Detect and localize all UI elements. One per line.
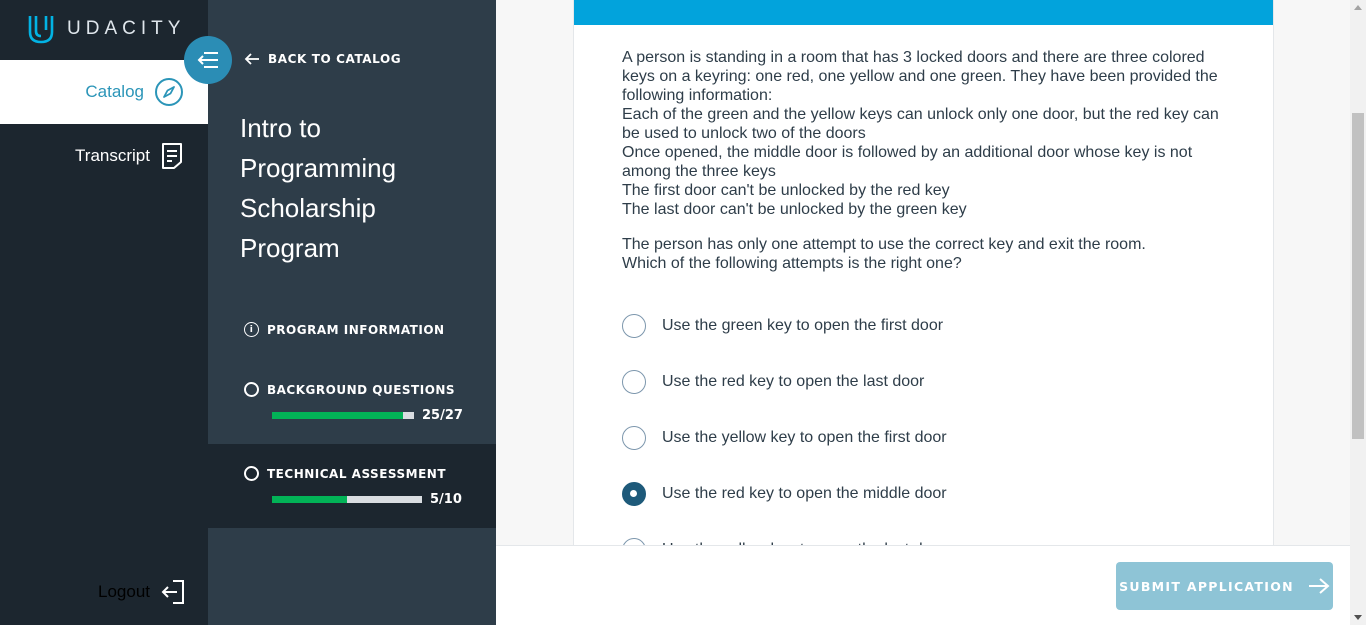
option-label: Use the yellow key to open the first doo… [662, 429, 947, 446]
answer-option[interactable]: Use the green key to open the first door [622, 298, 947, 354]
answer-option[interactable]: Use the yellow key to open the first doo… [622, 410, 947, 466]
question-line: The person has only one attempt to use t… [622, 236, 1146, 253]
compass-icon [155, 78, 183, 106]
step-label: TECHNICAL ASSESSMENT [267, 466, 447, 481]
radio-button[interactable] [622, 370, 646, 394]
question-line: Each of the green and the yellow keys ca… [622, 106, 1219, 142]
radio-button[interactable] [622, 314, 646, 338]
question-line: Which of the following attempts is the r… [622, 255, 962, 272]
scroll-thumb[interactable] [1352, 113, 1364, 439]
step-label: PROGRAM INFORMATION [267, 322, 445, 337]
question-line: A person is standing in a room that has … [622, 49, 1218, 104]
back-to-catalog-link[interactable]: BACK TO CATALOG [244, 52, 401, 66]
back-label: BACK TO CATALOG [268, 52, 402, 66]
transcript-icon [162, 143, 182, 169]
option-label: Use the red key to open the middle door [662, 485, 947, 502]
progress-count: 5/10 [430, 492, 462, 507]
question-body: A person is standing in a room that has … [622, 48, 1232, 219]
scroll-down-arrow-icon[interactable] [1354, 615, 1362, 620]
arrow-left-icon [244, 53, 259, 65]
question-text: A person is standing in a room that has … [622, 48, 1232, 273]
submit-label: SUBMIT APPLICATION [1119, 578, 1294, 594]
option-label: Use the green key to open the first door [662, 317, 944, 334]
collapse-sidebar-button[interactable] [184, 36, 232, 84]
step-program-information[interactable]: i PROGRAM INFORMATION [208, 312, 496, 352]
footer-bar: SUBMIT APPLICATION [496, 545, 1350, 625]
question-card: A person is standing in a room that has … [574, 0, 1273, 562]
step-status-circle-icon [244, 382, 259, 397]
answer-option[interactable]: Use the red key to open the last door [622, 354, 947, 410]
arrow-right-icon [1308, 578, 1330, 594]
answer-option[interactable]: Use the red key to open the middle door [622, 466, 947, 522]
step-background-questions[interactable]: BACKGROUND QUESTIONS 25/27 [208, 372, 496, 442]
card-header-bar [574, 0, 1273, 25]
submit-application-button[interactable]: SUBMIT APPLICATION [1116, 562, 1333, 610]
logout-icon [161, 580, 184, 604]
main-content: A person is standing in a room that has … [496, 0, 1350, 625]
rail-item-label: Transcript [75, 146, 150, 165]
step-label: BACKGROUND QUESTIONS [267, 382, 456, 397]
scroll-up-arrow-icon[interactable] [1354, 5, 1362, 10]
info-icon: i [244, 322, 259, 337]
progress-bar [272, 412, 414, 419]
radio-button[interactable] [622, 482, 646, 506]
rail-item-transcript[interactable]: Transcript [0, 124, 208, 188]
question-line: The first door can't be unlocked by the … [622, 182, 950, 199]
left-rail: UDACITY Catalog Transcript Logout [0, 0, 208, 625]
question-prompt: The person has only one attempt to use t… [622, 235, 1232, 273]
brand-name: UDACITY [67, 18, 186, 39]
logout-button[interactable]: Logout [0, 562, 208, 622]
progress-bar-fill [272, 412, 404, 419]
logout-label: Logout [98, 582, 150, 601]
question-line: The last door can't be unlocked by the g… [622, 201, 967, 218]
option-label: Use the red key to open the last door [662, 373, 925, 390]
udacity-u-icon [28, 16, 54, 44]
rail-item-label: Catalog [85, 82, 144, 101]
question-line: Once opened, the middle door is followed… [622, 144, 1193, 180]
progress-count: 25/27 [422, 408, 463, 423]
progress-bar [272, 496, 422, 503]
answer-options: Use the green key to open the first door… [622, 298, 947, 578]
step-status-circle-icon [244, 466, 259, 481]
udacity-logo[interactable]: UDACITY [27, 14, 185, 44]
step-technical-assessment[interactable]: TECHNICAL ASSESSMENT 5/10 [208, 444, 496, 528]
radio-button[interactable] [622, 426, 646, 450]
page-scrollbar[interactable] [1350, 0, 1366, 625]
program-panel: BACK TO CATALOG Intro to Programming Sch… [208, 0, 496, 625]
collapse-menu-icon [197, 52, 218, 68]
program-title: Intro to Programming Scholarship Program [240, 113, 397, 263]
progress-bar-fill [272, 496, 347, 503]
rail-item-catalog[interactable]: Catalog [0, 60, 208, 124]
